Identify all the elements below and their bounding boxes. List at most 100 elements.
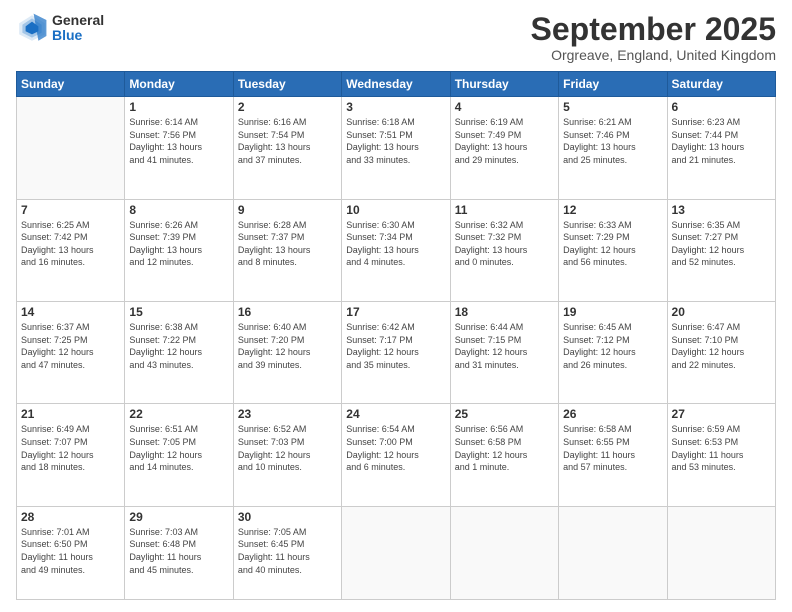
logo-text: General Blue [52, 13, 104, 44]
day-number: 23 [238, 407, 337, 421]
table-row: 26Sunrise: 6:58 AMSunset: 6:55 PMDayligh… [559, 404, 667, 506]
table-row: 24 Sunrise: 6:54 AMSunset: 7:00 PMDayligh… [342, 404, 450, 506]
day-number: 13 [672, 203, 771, 217]
day-number: 14 [21, 305, 120, 319]
day-number: 17 [346, 305, 445, 319]
day-number: 19 [563, 305, 662, 319]
logo: General Blue [16, 12, 104, 44]
day-number: 5 [563, 100, 662, 114]
day-info: Sunrise: 6:51 AMSunset: 7:05 PMDaylight:… [129, 423, 228, 473]
day-info: Sunrise: 7:01 AMSunset: 6:50 PMDaylight:… [21, 526, 120, 576]
day-number: 7 [21, 203, 120, 217]
table-row: 16 Sunrise: 6:40 AMSunset: 7:20 PMDayligh… [233, 302, 341, 404]
day-number: 21 [21, 407, 120, 421]
day-info: Sunrise: 7:03 AMSunset: 6:48 PMDaylight:… [129, 526, 228, 576]
col-saturday: Saturday [667, 72, 775, 97]
col-tuesday: Tuesday [233, 72, 341, 97]
day-info: Sunrise: 6:23 AMSunset: 7:44 PMDaylight:… [672, 116, 771, 166]
table-row: 13 Sunrise: 6:35 AMSunset: 7:27 PMDayligh… [667, 199, 775, 301]
table-row: 30 Sunrise: 7:05 AMSunset: 6:45 PMDayligh… [233, 506, 341, 599]
table-row: 3 Sunrise: 6:18 AMSunset: 7:51 PMDaylight… [342, 97, 450, 199]
day-number: 8 [129, 203, 228, 217]
table-row: 23Sunrise: 6:52 AMSunset: 7:03 PMDayligh… [233, 404, 341, 506]
day-info: Sunrise: 6:42 AMSunset: 7:17 PMDaylight:… [346, 321, 445, 371]
col-thursday: Thursday [450, 72, 558, 97]
day-info: Sunrise: 6:25 AMSunset: 7:42 PMDaylight:… [21, 219, 120, 269]
col-monday: Monday [125, 72, 233, 97]
col-friday: Friday [559, 72, 667, 97]
table-row: 9 Sunrise: 6:28 AMSunset: 7:37 PMDaylight… [233, 199, 341, 301]
table-row: 15 Sunrise: 6:38 AMSunset: 7:22 PMDayligh… [125, 302, 233, 404]
table-row: 1Sunrise: 6:14 AMSunset: 7:56 PMDaylight… [125, 97, 233, 199]
table-row [342, 506, 450, 599]
table-row: 19 Sunrise: 6:45 AMSunset: 7:12 PMDayligh… [559, 302, 667, 404]
table-row [559, 506, 667, 599]
table-row: 11Sunrise: 6:32 AMSunset: 7:32 PMDayligh… [450, 199, 558, 301]
table-row: 27Sunrise: 6:59 AMSunset: 6:53 PMDayligh… [667, 404, 775, 506]
header: General Blue September 2025 Orgreave, En… [16, 12, 776, 63]
day-number: 18 [455, 305, 554, 319]
day-number: 22 [129, 407, 228, 421]
day-info: Sunrise: 6:28 AMSunset: 7:37 PMDaylight:… [238, 219, 337, 269]
table-row: 29 Sunrise: 7:03 AMSunset: 6:48 PMDayligh… [125, 506, 233, 599]
table-row [17, 97, 125, 199]
table-row [450, 506, 558, 599]
day-info: Sunrise: 6:38 AMSunset: 7:22 PMDaylight:… [129, 321, 228, 371]
table-row: 5 Sunrise: 6:21 AMSunset: 7:46 PMDaylight… [559, 97, 667, 199]
day-info: Sunrise: 6:16 AMSunset: 7:54 PMDaylight:… [238, 116, 337, 166]
logo-general-text: General [52, 13, 104, 28]
day-info: Sunrise: 6:19 AMSunset: 7:49 PMDaylight:… [455, 116, 554, 166]
day-number: 6 [672, 100, 771, 114]
day-info: Sunrise: 6:37 AMSunset: 7:25 PMDaylight:… [21, 321, 120, 371]
table-row: 14 Sunrise: 6:37 AMSunset: 7:25 PMDayligh… [17, 302, 125, 404]
table-row: 25 Sunrise: 6:56 AMSunset: 6:58 PMDayligh… [450, 404, 558, 506]
day-info: Sunrise: 6:56 AMSunset: 6:58 PMDaylight:… [455, 423, 554, 473]
day-number: 10 [346, 203, 445, 217]
table-row: 6 Sunrise: 6:23 AMSunset: 7:44 PMDaylight… [667, 97, 775, 199]
day-number: 25 [455, 407, 554, 421]
title-section: September 2025 Orgreave, England, United… [531, 12, 776, 63]
day-info: Sunrise: 6:45 AMSunset: 7:12 PMDaylight:… [563, 321, 662, 371]
day-info: Sunrise: 6:40 AMSunset: 7:20 PMDaylight:… [238, 321, 337, 371]
day-number: 2 [238, 100, 337, 114]
table-row: 10 Sunrise: 6:30 AMSunset: 7:34 PMDayligh… [342, 199, 450, 301]
day-info: Sunrise: 6:49 AMSunset: 7:07 PMDaylight:… [21, 423, 120, 473]
table-row: 28 Sunrise: 7:01 AMSunset: 6:50 PMDayligh… [17, 506, 125, 599]
day-info: Sunrise: 6:33 AMSunset: 7:29 PMDaylight:… [563, 219, 662, 269]
day-number: 30 [238, 510, 337, 524]
day-info: Sunrise: 6:32 AMSunset: 7:32 PMDaylight:… [455, 219, 554, 269]
table-row: 8 Sunrise: 6:26 AMSunset: 7:39 PMDaylight… [125, 199, 233, 301]
table-row: 2 Sunrise: 6:16 AMSunset: 7:54 PMDaylight… [233, 97, 341, 199]
day-number: 12 [563, 203, 662, 217]
day-number: 29 [129, 510, 228, 524]
page: General Blue September 2025 Orgreave, En… [0, 0, 792, 612]
day-number: 9 [238, 203, 337, 217]
logo-blue-text: Blue [52, 28, 104, 43]
day-number: 4 [455, 100, 554, 114]
col-wednesday: Wednesday [342, 72, 450, 97]
day-info: Sunrise: 6:35 AMSunset: 7:27 PMDaylight:… [672, 219, 771, 269]
day-number: 24 [346, 407, 445, 421]
day-info: Sunrise: 6:54 AMSunset: 7:00 PMDaylight:… [346, 423, 445, 473]
day-info: Sunrise: 6:14 AMSunset: 7:56 PMDaylight:… [129, 116, 228, 166]
day-number: 3 [346, 100, 445, 114]
day-info: Sunrise: 6:26 AMSunset: 7:39 PMDaylight:… [129, 219, 228, 269]
day-info: Sunrise: 7:05 AMSunset: 6:45 PMDaylight:… [238, 526, 337, 576]
day-info: Sunrise: 6:30 AMSunset: 7:34 PMDaylight:… [346, 219, 445, 269]
day-info: Sunrise: 6:59 AMSunset: 6:53 PMDaylight:… [672, 423, 771, 473]
day-number: 28 [21, 510, 120, 524]
logo-icon [16, 12, 48, 44]
table-row: 18Sunrise: 6:44 AMSunset: 7:15 PMDayligh… [450, 302, 558, 404]
table-row: 22 Sunrise: 6:51 AMSunset: 7:05 PMDayligh… [125, 404, 233, 506]
day-number: 15 [129, 305, 228, 319]
day-number: 16 [238, 305, 337, 319]
col-sunday: Sunday [17, 72, 125, 97]
day-info: Sunrise: 6:47 AMSunset: 7:10 PMDaylight:… [672, 321, 771, 371]
table-row: 17 Sunrise: 6:42 AMSunset: 7:17 PMDayligh… [342, 302, 450, 404]
day-info: Sunrise: 6:21 AMSunset: 7:46 PMDaylight:… [563, 116, 662, 166]
table-row: 20Sunrise: 6:47 AMSunset: 7:10 PMDayligh… [667, 302, 775, 404]
day-info: Sunrise: 6:18 AMSunset: 7:51 PMDaylight:… [346, 116, 445, 166]
table-row: 4 Sunrise: 6:19 AMSunset: 7:49 PMDaylight… [450, 97, 558, 199]
location: Orgreave, England, United Kingdom [531, 47, 776, 63]
table-row: 21 Sunrise: 6:49 AMSunset: 7:07 PMDayligh… [17, 404, 125, 506]
